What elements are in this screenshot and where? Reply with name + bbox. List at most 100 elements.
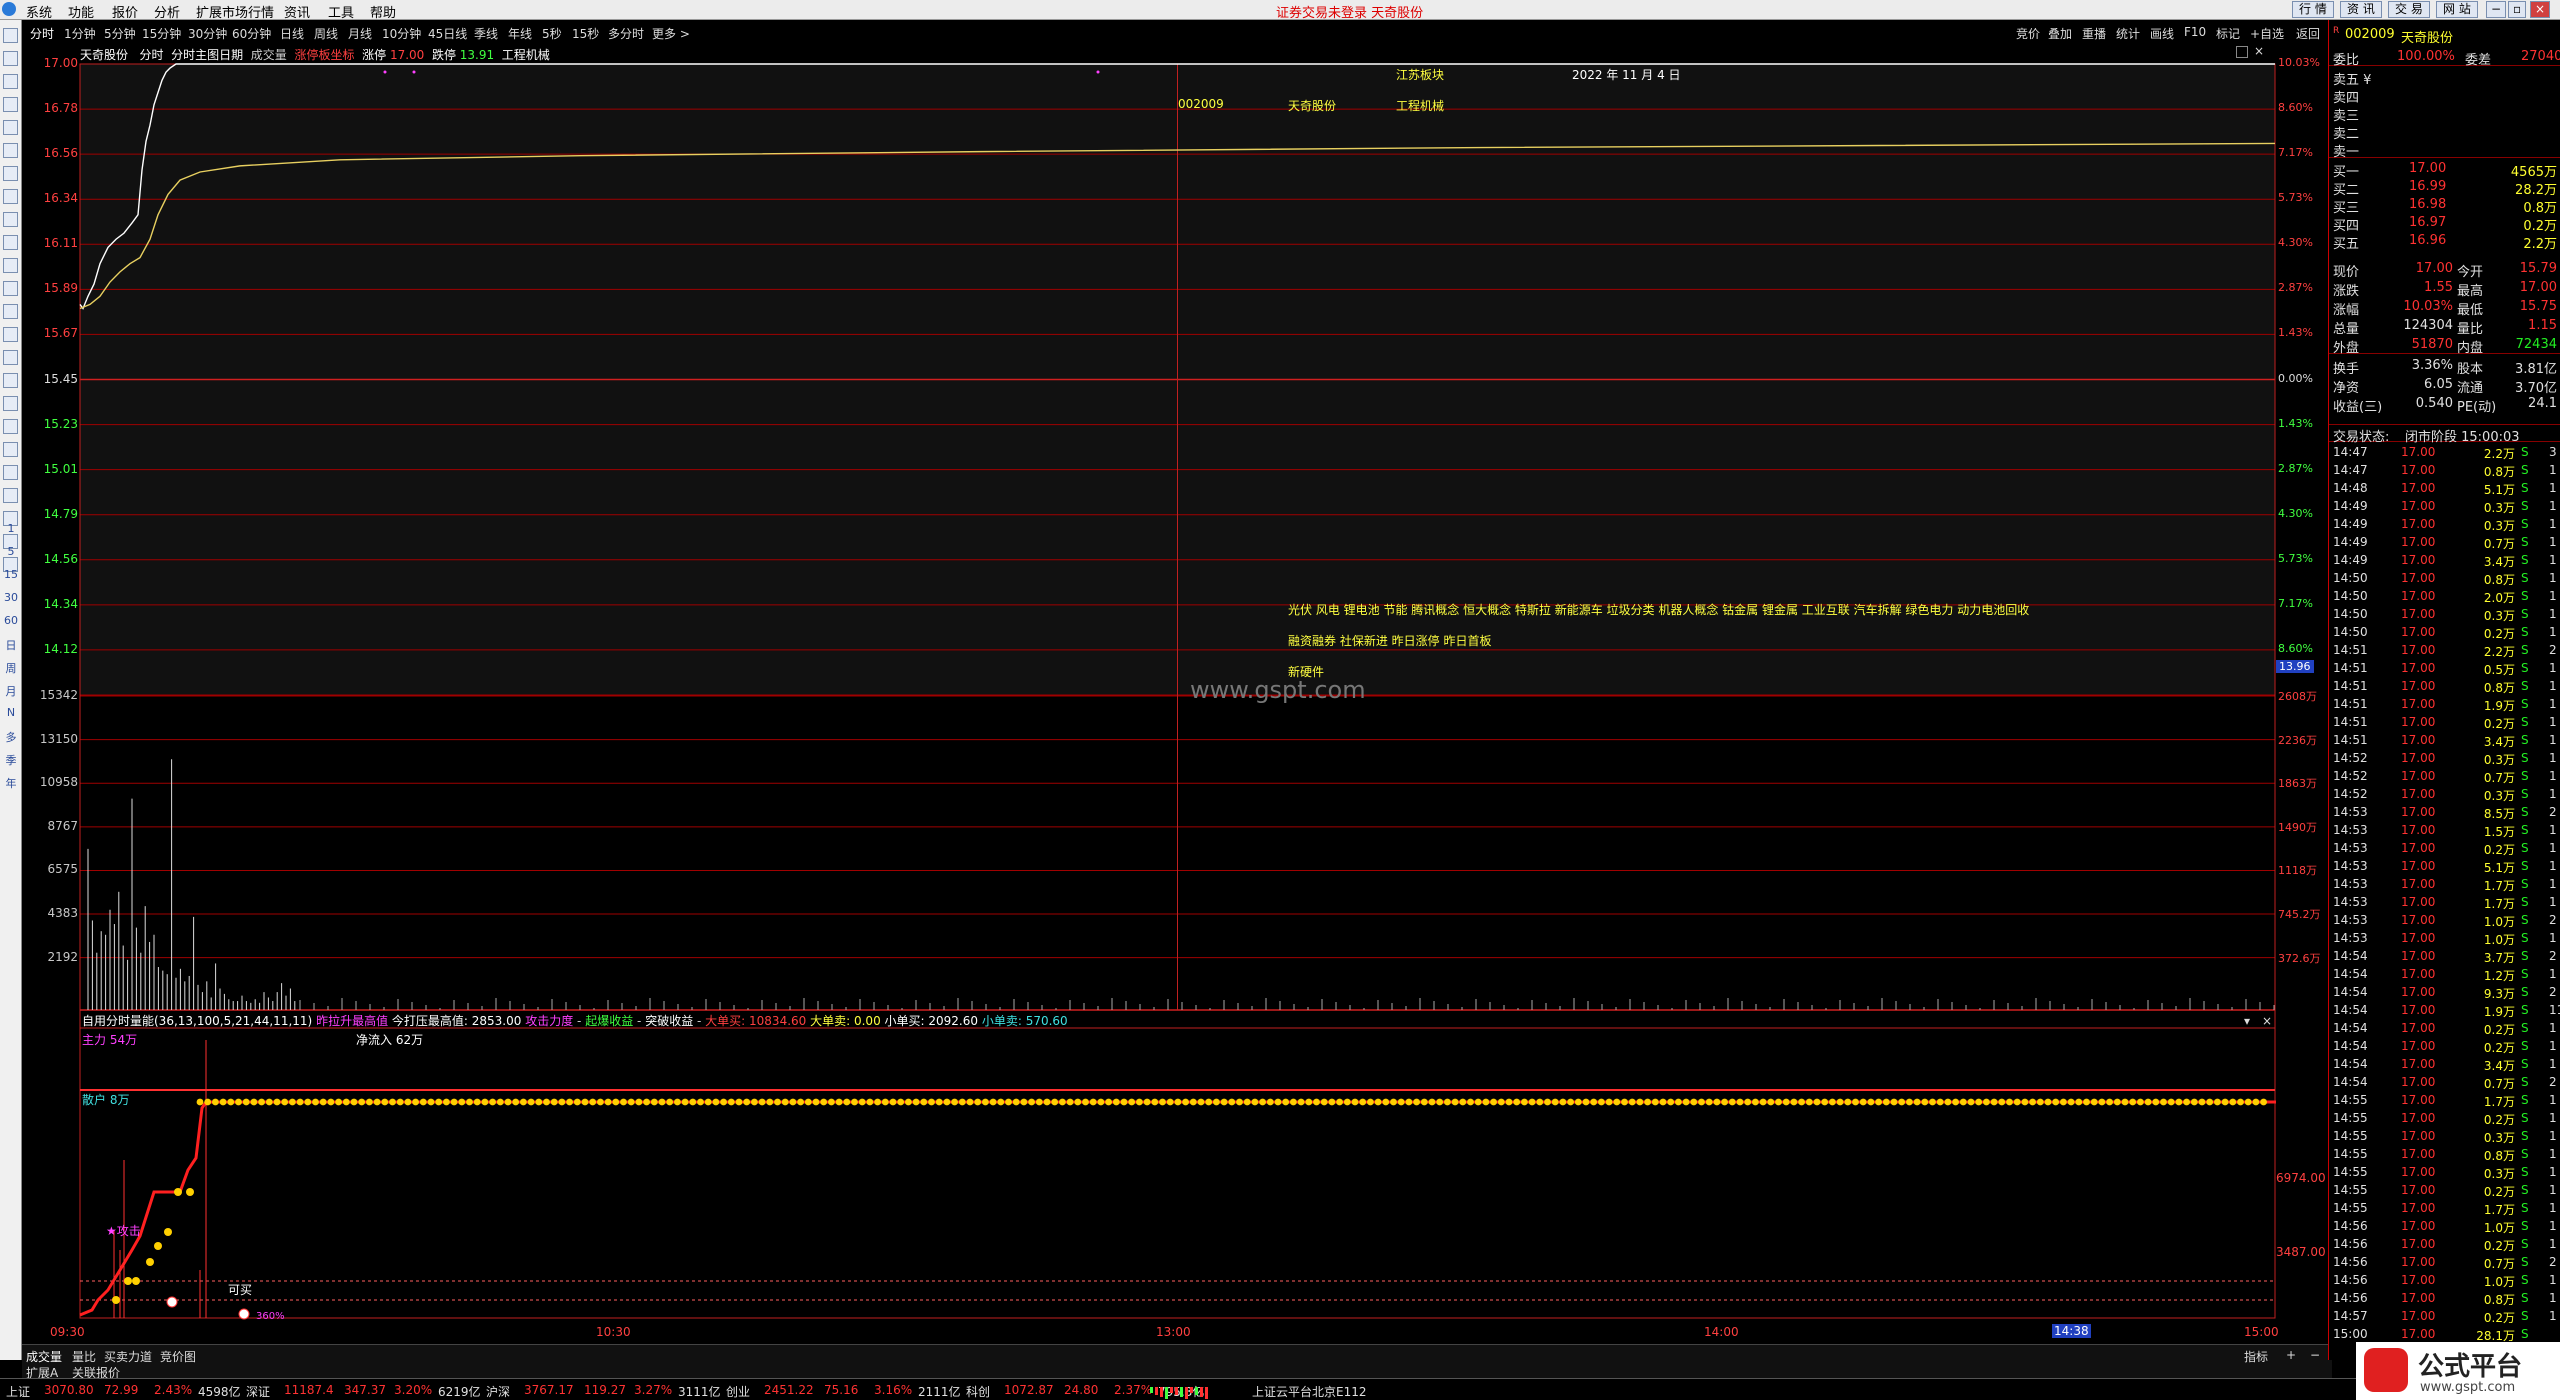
- chart-close-icon[interactable]: ×: [2254, 44, 2264, 58]
- market-bar-icon: [1190, 1387, 1193, 1393]
- tab-volume[interactable]: 成交量: [26, 1348, 62, 1365]
- tick-volume: 0.7万: [2483, 1257, 2515, 1271]
- tick-price: 17.00: [2401, 1237, 2436, 1251]
- trade-status-label: 交易状态:: [2333, 430, 2390, 445]
- signal-dot: [1174, 1098, 1182, 1106]
- signal-dot: [1328, 1098, 1336, 1106]
- tick-price: 17.00: [2401, 913, 2436, 927]
- signal-dot: [212, 1098, 219, 1106]
- index-amount: 4598亿: [198, 1385, 241, 1399]
- signal-dot: [1189, 1098, 1197, 1106]
- tick-count: 1: [2549, 1273, 2557, 1287]
- tick-volume: 3.4万: [2483, 735, 2515, 749]
- signal-dot: [1513, 1098, 1521, 1106]
- bid-volume: 2.2万: [2523, 237, 2557, 252]
- trade-button[interactable]: 交 易: [2388, 1, 2430, 18]
- signal-dot: [1844, 1098, 1852, 1106]
- tick-row: 14:49 17.00 0.3万 S 1: [2329, 516, 2560, 534]
- close-icon[interactable]: ×: [2530, 1, 2551, 18]
- indicator-settings-icon[interactable]: ▾: [2244, 1014, 2250, 1028]
- chart-option-icon[interactable]: [2236, 46, 2248, 58]
- tab-volume-ratio[interactable]: 量比: [72, 1348, 96, 1365]
- zoom-in-button[interactable]: +: [2286, 1348, 2296, 1362]
- signal-dot: [751, 1098, 758, 1106]
- signal-dot: [1474, 1098, 1482, 1106]
- signal-dot: [674, 1098, 681, 1106]
- signal-dot: [1713, 1098, 1721, 1106]
- signal-dot: [1205, 1098, 1213, 1106]
- tick-row: 14:49 17.00 3.4万 S 1: [2329, 552, 2560, 570]
- tab-auction-chart[interactable]: 竞价图: [160, 1348, 196, 1365]
- signal-dot: [1074, 1098, 1082, 1106]
- weicha-label: 委差: [2465, 53, 2492, 68]
- tick-side: S: [2521, 967, 2529, 981]
- tick-price: 17.00: [2401, 1219, 2436, 1233]
- tick-time: 14:54: [2333, 949, 2368, 963]
- index-name[interactable]: 创业: [726, 1383, 750, 1400]
- price-axis-left-label: 15.89: [43, 281, 78, 296]
- tab-buy-sell-force[interactable]: 买卖力道: [104, 1348, 152, 1365]
- index-name[interactable]: 沪深: [486, 1383, 510, 1400]
- bid-row[interactable]: 买三 16.98 0.8万: [2329, 196, 2560, 216]
- bid-row[interactable]: 买一 17.00 4565万: [2329, 160, 2560, 180]
- signal-dot: [250, 1098, 258, 1106]
- signal-dot: [1551, 1098, 1559, 1106]
- tick-price: 17.00: [2401, 517, 2436, 531]
- tick-volume: 3.7万: [2483, 951, 2515, 965]
- intraday-chart[interactable]: [0, 0, 2328, 1378]
- signal-dot: [2260, 1098, 2268, 1106]
- server-label[interactable]: 上证云平台北京E112: [1252, 1383, 1367, 1400]
- signal-dot: [1228, 1098, 1236, 1106]
- indicator-close-icon[interactable]: ×: [2262, 1014, 2272, 1028]
- signal-dot: [643, 1098, 650, 1106]
- minimize-icon[interactable]: −: [2486, 1, 2507, 18]
- attack-label: ★攻击: [106, 1224, 141, 1238]
- tick-count: 1: [2549, 1165, 2557, 1179]
- signal-dot: [1367, 1098, 1374, 1106]
- signal-dot: [1998, 1098, 2006, 1106]
- signal-dot: [1490, 1098, 1497, 1106]
- volume-axis-right-label: 372.6万: [2278, 951, 2321, 965]
- index-name[interactable]: 深证: [246, 1383, 270, 1400]
- index-change: 24.80: [1064, 1383, 1099, 1397]
- bid-row[interactable]: 买四 16.97 0.2万: [2329, 214, 2560, 234]
- restore-icon[interactable]: ▫: [2508, 1, 2527, 18]
- signal-dot: [1744, 1098, 1752, 1106]
- signal-dot: [2090, 1098, 2098, 1106]
- price-axis-right-label: 8.60%: [2278, 101, 2313, 115]
- signal-dot: [1906, 1098, 1913, 1106]
- index-name[interactable]: 上证: [6, 1383, 30, 1400]
- tick-row: 14:50 17.00 2.0万 S 1: [2329, 588, 2560, 606]
- indicator-t7: 大单卖: 0.00: [810, 1014, 881, 1028]
- signal-dot: [154, 1242, 162, 1250]
- stat-value: 124304: [2403, 318, 2453, 333]
- tick-side: S: [2521, 751, 2529, 765]
- stat-label: 今开: [2457, 265, 2484, 280]
- index-name[interactable]: 科创: [966, 1383, 990, 1400]
- bid-row[interactable]: 买二 16.99 28.2万: [2329, 178, 2560, 198]
- signal-dot: [2183, 1098, 2191, 1106]
- tick-side: S: [2521, 841, 2529, 855]
- tick-time: 14:49: [2333, 499, 2368, 513]
- tick-row: 14:51 17.00 3.4万 S 1: [2329, 732, 2560, 750]
- indicator-title[interactable]: 自用分时量能(36,13,100,5,21,44,11,11): [82, 1014, 312, 1028]
- tick-volume: 0.3万: [2483, 519, 2515, 533]
- news-button[interactable]: 资 讯: [2340, 1, 2382, 18]
- zoom-out-button[interactable]: −: [2310, 1348, 2320, 1362]
- signal-dot: [196, 1098, 204, 1106]
- signal-dot: [443, 1098, 450, 1106]
- tick-side: S: [2521, 553, 2529, 567]
- bid-row[interactable]: 买五 16.96 2.2万: [2329, 232, 2560, 252]
- signal-dot: [296, 1098, 304, 1106]
- signal-dot: [419, 1098, 427, 1106]
- tick-volume: 0.2万: [2483, 1023, 2515, 1037]
- website-button[interactable]: 网 站: [2436, 1, 2478, 18]
- price-axis-right-label: 8.60%: [2278, 641, 2313, 655]
- tick-time: 14:51: [2333, 679, 2368, 693]
- tick-count: 1: [2549, 1147, 2557, 1161]
- indicator-button[interactable]: 指标: [2244, 1348, 2268, 1365]
- tick-row: 14:54 17.00 0.7万 S 2: [2329, 1074, 2560, 1092]
- tick-row: 14:56 17.00 0.7万 S 2: [2329, 1254, 2560, 1272]
- tick-row: 14:51 17.00 2.2万 S 2: [2329, 642, 2560, 660]
- tick-time: 14:56: [2333, 1291, 2368, 1305]
